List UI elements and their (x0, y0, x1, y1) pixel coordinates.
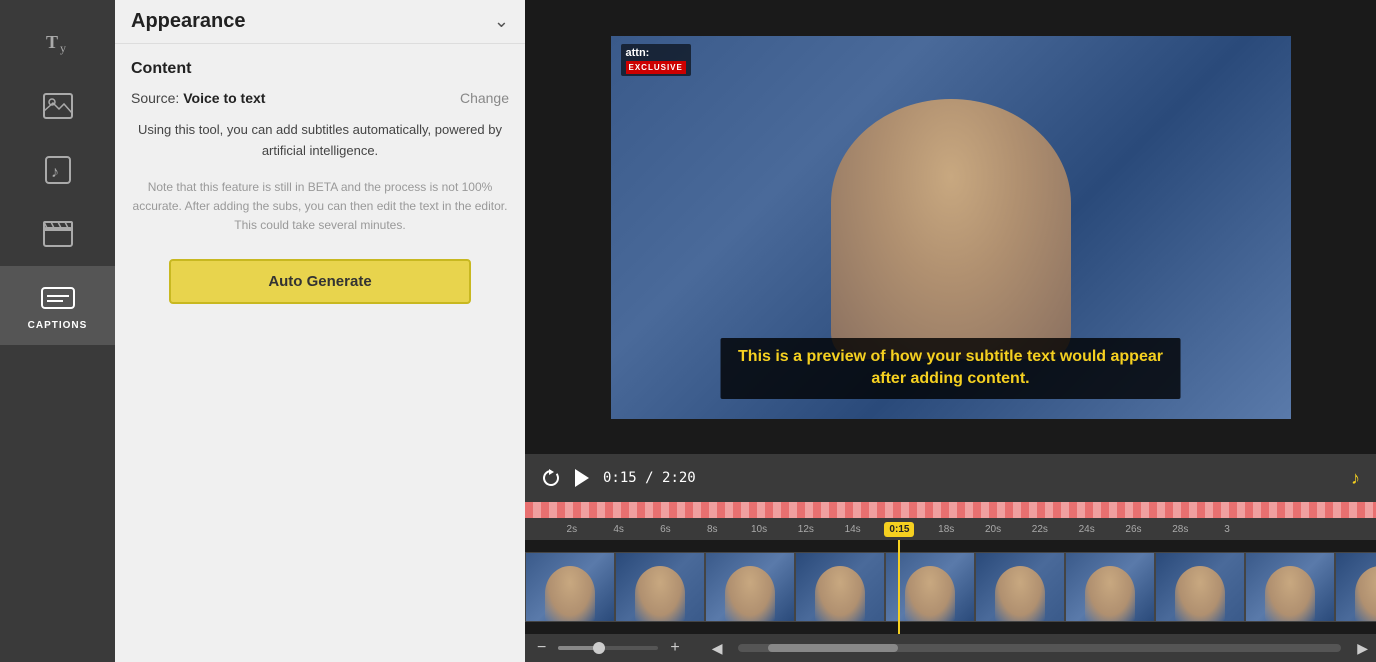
icon-sidebar: T y ♪ (0, 0, 115, 662)
zoom-in-button[interactable]: + (666, 639, 683, 657)
tick-22s: 22s (1032, 524, 1048, 535)
auto-generate-button[interactable]: Auto Generate (169, 259, 471, 304)
thumb-3 (705, 552, 795, 622)
sidebar-item-clips[interactable] (0, 202, 115, 266)
restart-icon (541, 468, 561, 488)
tick-8s: 8s (707, 524, 718, 535)
current-time: 0:15 (603, 470, 637, 486)
thumb-10 (1335, 552, 1376, 622)
tick-20s: 20s (985, 524, 1001, 535)
thumb-9 (1245, 552, 1335, 622)
thumb-8 (1155, 552, 1245, 622)
sidebar-item-captions[interactable]: CAPTIONS (0, 266, 115, 345)
playhead-line (898, 540, 900, 634)
source-prefix-label: Source: (131, 90, 179, 106)
sidebar-item-text[interactable]: T y (0, 10, 115, 74)
timeline-scroll-thumb[interactable] (768, 644, 898, 652)
zoom-slider-fill (558, 646, 598, 650)
tick-4s: 4s (613, 524, 624, 535)
video-logo: attn: EXCLUSIVE (621, 44, 691, 77)
svg-text:y: y (60, 41, 66, 55)
source-value-label: Voice to text (183, 90, 265, 106)
subtitle-line1: This is a preview of how your subtitle t… (738, 346, 1163, 368)
sidebar-item-audio[interactable]: ♪ (0, 138, 115, 202)
play-icon (573, 468, 591, 488)
captions-label: CAPTIONS (28, 320, 88, 331)
sidebar-item-image[interactable] (0, 74, 115, 138)
panel-title: Appearance (131, 10, 246, 33)
tick-26s: 26s (1125, 524, 1141, 535)
tick-3: 3 (1224, 524, 1230, 535)
info-text: Using this tool, you can add subtitles a… (131, 120, 509, 162)
video-container: attn: EXCLUSIVE This is a preview of how… (525, 0, 1376, 454)
total-time: 2:20 (662, 470, 696, 486)
zoom-slider[interactable] (558, 646, 658, 650)
subtitle-overlay: This is a preview of how your subtitle t… (720, 338, 1181, 399)
tick-28s: 28s (1172, 524, 1188, 535)
chevron-down-icon[interactable]: ⌄ (494, 11, 509, 32)
player-controls: 0:15 / 2:20 ♪ (525, 454, 1376, 502)
tick-2s: 2s (567, 524, 578, 535)
tick-10s: 10s (751, 524, 767, 535)
note-text: Note that this feature is still in BETA … (131, 178, 509, 236)
zoom-slider-thumb[interactable] (593, 642, 605, 654)
person-silhouette (831, 99, 1071, 359)
timeline-scrollbar[interactable] (738, 644, 1341, 652)
captions-icon (40, 280, 76, 316)
scroll-left-button[interactable]: ◀ (712, 640, 723, 657)
text-type-icon: T y (40, 24, 76, 60)
music-note-icon: ♪ (40, 152, 76, 188)
panel-content: Content Source: Voice to text Change Usi… (115, 44, 525, 662)
source-row: Source: Voice to text Change (131, 90, 509, 106)
timeline-thumbnails[interactable] (525, 540, 1376, 634)
change-source-link[interactable]: Change (460, 90, 509, 106)
time-separator: / (645, 470, 662, 486)
timeline-area: 2s 4s 6s 8s 10s 12s 14s 0:15 18s 20s 22s… (525, 502, 1376, 662)
restart-button[interactable] (541, 468, 561, 488)
panel-header: Appearance ⌄ (115, 0, 525, 44)
video-frame: attn: EXCLUSIVE This is a preview of how… (611, 36, 1291, 419)
tick-6s: 6s (660, 524, 671, 535)
zoom-out-button[interactable]: − (533, 639, 550, 657)
scroll-right-button[interactable]: ▶ (1357, 640, 1368, 657)
time-display: 0:15 / 2:20 (603, 470, 696, 486)
zoom-slider-track (558, 646, 658, 650)
tick-14s: 14s (845, 524, 861, 535)
thumb-7 (1065, 552, 1155, 622)
video-background: attn: EXCLUSIVE This is a preview of how… (611, 36, 1291, 419)
music-note-icon[interactable]: ♪ (1351, 468, 1360, 489)
exclusive-badge: EXCLUSIVE (626, 61, 686, 74)
subtitle-line2: after adding content. (738, 368, 1163, 390)
logo-text: attn: (626, 47, 650, 59)
appearance-panel: Appearance ⌄ Content Source: Voice to te… (115, 0, 525, 662)
tick-24s: 24s (1079, 524, 1095, 535)
svg-text:♪: ♪ (51, 164, 59, 181)
timeline-zoom-row: − + ◀ ▶ (525, 634, 1376, 662)
thumb-4 (795, 552, 885, 622)
tick-18s: 18s (938, 524, 954, 535)
play-button[interactable] (573, 468, 591, 488)
svg-text:T: T (46, 32, 58, 52)
thumb-1 (525, 552, 615, 622)
tick-12s: 12s (798, 524, 814, 535)
clapperboard-icon (40, 216, 76, 252)
timeline-strip (525, 502, 1376, 518)
image-icon (40, 88, 76, 124)
current-time-marker: 0:15 (884, 522, 914, 537)
timeline-markers[interactable]: 2s 4s 6s 8s 10s 12s 14s 0:15 18s 20s 22s… (525, 518, 1376, 540)
main-area: attn: EXCLUSIVE This is a preview of how… (525, 0, 1376, 662)
thumb-6 (975, 552, 1065, 622)
content-section-title: Content (131, 60, 509, 78)
thumb-2 (615, 552, 705, 622)
